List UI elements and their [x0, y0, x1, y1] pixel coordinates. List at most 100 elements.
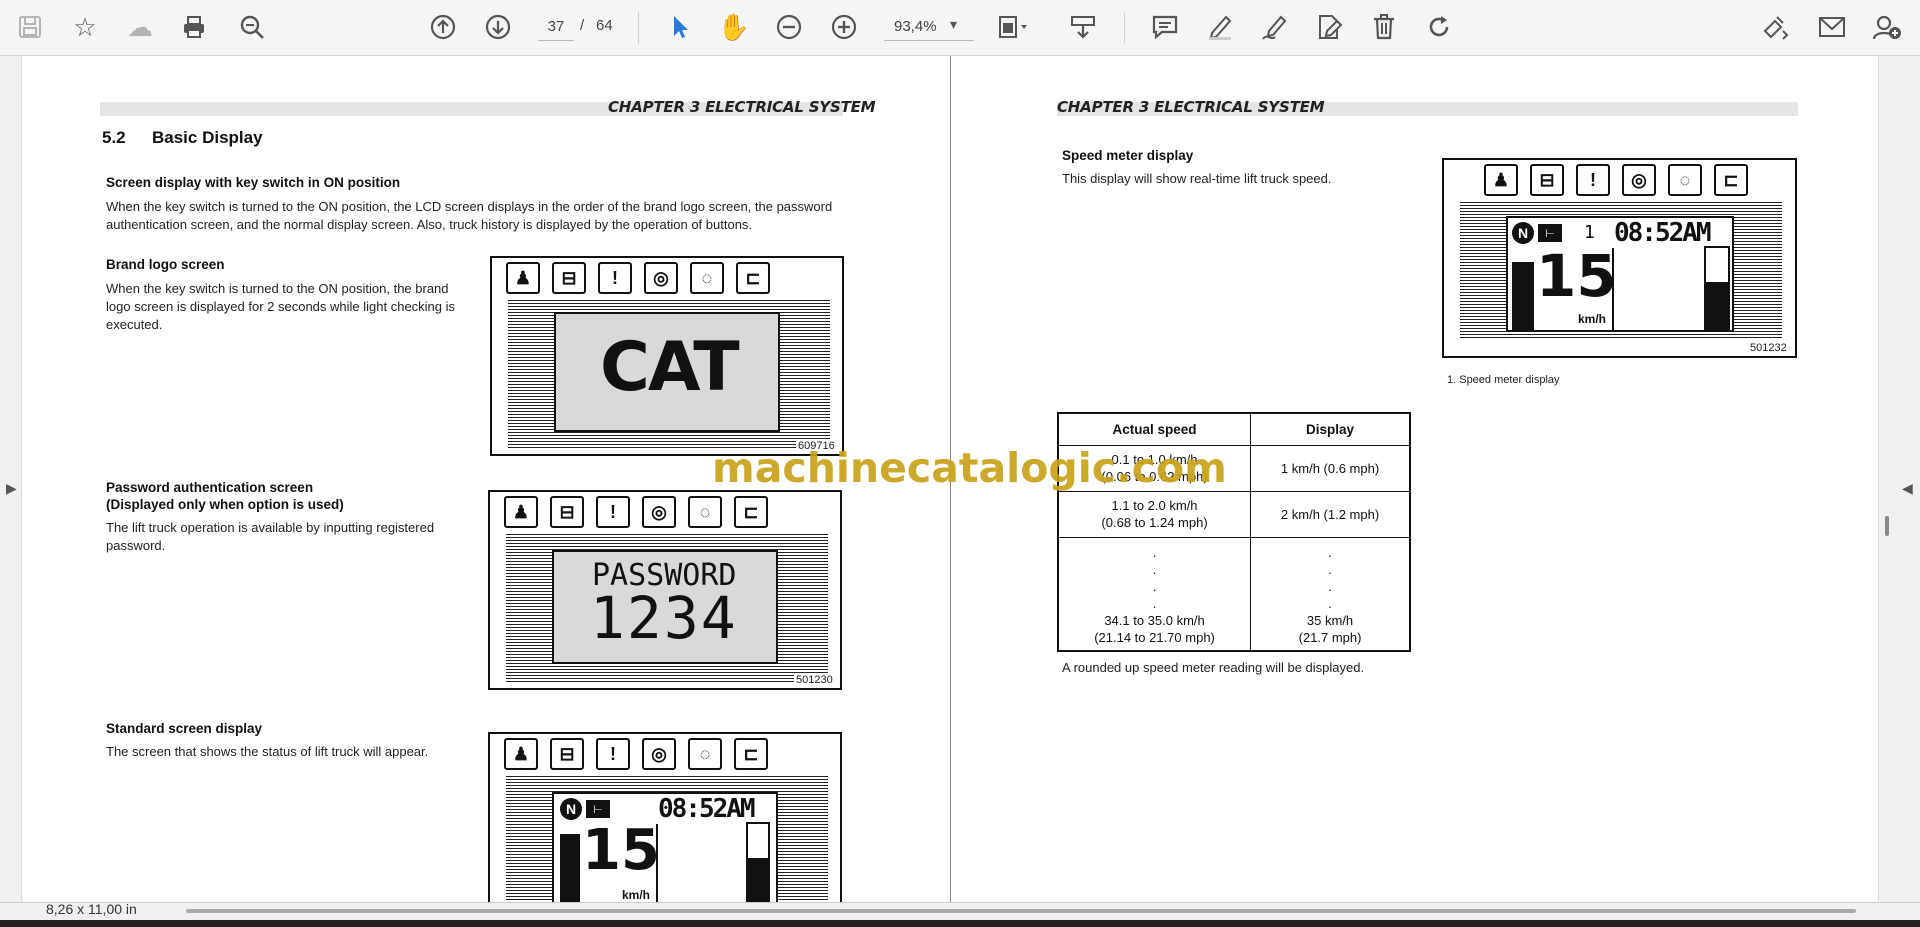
brake-icon: ◎ [642, 738, 676, 770]
speed-meter-screen: N ⊢ 1 08:52AM 15 km/h [1506, 216, 1734, 332]
password-body: The lift truck operation is available by… [106, 520, 435, 553]
zoom-input[interactable] [884, 13, 974, 41]
right-gauge-frame [1704, 246, 1730, 332]
zoom-in-icon[interactable] [827, 10, 861, 44]
actual-speed-mph: (21.14 to 21.70 mph) [1094, 630, 1215, 645]
page-down-icon[interactable] [481, 10, 515, 44]
zoom-dropdown-icon[interactable]: ▾ [950, 16, 957, 33]
upload-cloud-icon[interactable]: ☁ [123, 10, 157, 44]
speed-meter-figure: ♟ ⊟ ! ◎ ◌ ⊏ N ⊢ 1 08:52AM 15 km/h 501232 [1442, 158, 1797, 358]
print-icon[interactable] [177, 10, 211, 44]
vertical-scrollbar-thumb[interactable] [1885, 516, 1889, 536]
right-gauge-level [1706, 282, 1728, 332]
section-number: 5.2 [102, 128, 126, 147]
rotate-icon[interactable] [1422, 10, 1456, 44]
password-subheading: (Displayed only when option is used) [106, 497, 344, 512]
table-row: .... 34.1 to 35.0 km/h (21.14 to 21.70 m… [1057, 536, 1411, 651]
brand-logo-screen: CAT [554, 312, 780, 432]
operator-seat-icon: ♟ [504, 738, 538, 770]
highlight-pen-icon[interactable] [1203, 10, 1237, 44]
page-total: 64 [596, 17, 613, 34]
delete-icon[interactable] [1367, 10, 1401, 44]
engine-check-icon: ⊏ [734, 496, 768, 528]
draw-icon[interactable] [1258, 10, 1292, 44]
next-page-arrow-icon[interactable]: ◀ [1902, 480, 1913, 497]
actual-speed-kmh: 1.1 to 2.0 km/h [1111, 498, 1198, 513]
battery-icon: ⊟ [1530, 164, 1564, 196]
zoom-search-icon[interactable] [235, 10, 269, 44]
brand-logo-body: When the key switch is turned to the ON … [106, 281, 456, 332]
right-gauge-frame [746, 822, 770, 902]
oil-pressure-icon: ◌ [688, 496, 722, 528]
battery-icon: ⊟ [552, 262, 586, 294]
speed-divider [656, 824, 658, 902]
toolbar-divider [638, 12, 639, 44]
add-user-icon[interactable] [1870, 10, 1904, 44]
warning-icon: ! [1576, 164, 1610, 196]
speed-meter-body: This display will show real-time lift tr… [1062, 171, 1332, 186]
table-header-actual-speed: Actual speed [1057, 412, 1252, 446]
actual-speed-mph: (0.68 to 1.24 mph) [1101, 515, 1208, 530]
speed-value: 15 [1536, 242, 1617, 310]
left-gauge-bar [560, 834, 580, 902]
share-link-icon[interactable] [1759, 10, 1793, 44]
chapter-title-right: CHAPTER 3 ELECTRICAL SYSTEM [1057, 98, 1325, 116]
actual-speed-cell: 1.1 to 2.0 km/h (0.68 to 1.24 mph) [1057, 490, 1252, 537]
previous-page-arrow-icon[interactable]: ▶ [6, 480, 17, 497]
brake-icon: ◎ [642, 496, 676, 528]
indicator-icon-row: ♟ ⊟ ! ◎ ◌ ⊏ [504, 738, 780, 770]
taskbar-strip [0, 920, 1920, 927]
left-gutter [0, 56, 22, 902]
oil-pressure-icon: ◌ [688, 738, 722, 770]
brake-icon: ◎ [1622, 164, 1656, 196]
oil-pressure-icon: ◌ [1668, 164, 1702, 196]
indicator-icon-row: ♟ ⊟ ! ◎ ◌ ⊏ [506, 262, 782, 294]
operator-seat-icon: ♟ [1484, 164, 1518, 196]
display-value: 1 km/h (0.6 mph) [1280, 460, 1380, 476]
standard-body: The screen that shows the status of lift… [106, 744, 429, 759]
page-number-input[interactable] [538, 13, 574, 41]
battery-icon: ⊟ [550, 496, 584, 528]
password-figure: ♟ ⊟ ! ◎ ◌ ⊏ PASSWORD 1234 501230 [488, 490, 842, 690]
display-cell: 2 km/h (1.2 mph) [1250, 490, 1411, 537]
speed-unit: km/h [1578, 312, 1607, 326]
battery-icon: ⊟ [550, 738, 584, 770]
scroll-mode-icon[interactable] [1066, 10, 1100, 44]
select-cursor-icon[interactable] [663, 10, 697, 44]
password-heading: Password authentication screen [106, 480, 314, 495]
table-header-display: Display [1250, 412, 1411, 446]
brand-logo-figure: ♟ ⊟ ! ◎ ◌ ⊏ CAT 609716 [490, 256, 844, 456]
engine-check-icon: ⊏ [1714, 164, 1748, 196]
brand-logo-heading: Brand logo screen [106, 257, 225, 272]
page-up-icon[interactable] [426, 10, 460, 44]
comment-icon[interactable] [1148, 10, 1182, 44]
zoom-out-icon[interactable] [772, 10, 806, 44]
email-icon[interactable] [1815, 10, 1849, 44]
display-cell: 1 km/h (0.6 mph) [1250, 444, 1411, 491]
bookmark-star-icon[interactable]: ☆ [68, 10, 102, 44]
chapter-title-left: CHAPTER 3 ELECTRICAL SYSTEM [608, 98, 876, 116]
clock-display: 08:52AM [658, 794, 756, 824]
main-toolbar: ☆ ☁ / 64 ✋ ▾ [0, 0, 1920, 56]
page-fit-icon[interactable] [996, 10, 1030, 44]
horizontal-scrollbar[interactable] [186, 909, 1856, 913]
page-size-label: 8,26 x 11,00 in [46, 901, 137, 917]
callout-marker: 1 [1584, 222, 1595, 243]
hand-pan-icon[interactable]: ✋ [717, 10, 751, 44]
sign-icon[interactable] [1312, 10, 1346, 44]
save-icon[interactable] [13, 10, 47, 44]
warning-icon: ! [596, 738, 630, 770]
ellipsis-dots: .... [1152, 545, 1157, 611]
warning-icon: ! [598, 262, 632, 294]
engine-check-icon: ⊏ [734, 738, 768, 770]
operator-seat-icon: ♟ [504, 496, 538, 528]
display-value: 35 km/h [1306, 613, 1354, 628]
password-screen: PASSWORD 1234 [552, 550, 778, 664]
right-gutter [1878, 56, 1920, 902]
operator-seat-icon: ♟ [506, 262, 540, 294]
clock-display: 08:52AM [1614, 218, 1712, 248]
actual-speed-kmh: 34.1 to 35.0 km/h [1104, 613, 1205, 628]
actual-speed-cell: .... 34.1 to 35.0 km/h (21.14 to 21.70 m… [1057, 536, 1252, 651]
direction-indicator-icon: ⊢ [1538, 224, 1562, 242]
gear-indicator: N [1512, 222, 1534, 244]
